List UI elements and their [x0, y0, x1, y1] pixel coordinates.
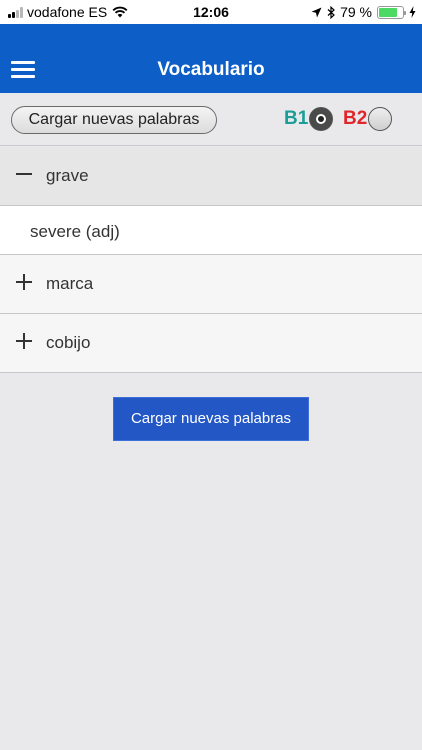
- page-title: Vocabulario: [157, 59, 265, 80]
- word-list: grave severe (adj) marca cobijo: [0, 147, 422, 373]
- plus-icon[interactable]: [16, 333, 32, 349]
- word-row-marca[interactable]: marca: [0, 255, 422, 314]
- location-arrow-icon: [311, 7, 322, 17]
- toolbar: Cargar nuevas palabras B1 B2: [0, 93, 422, 146]
- level-b2-radio[interactable]: [368, 107, 393, 131]
- battery-fill: [379, 7, 398, 17]
- translation-row-grave: severe (adj): [0, 206, 422, 255]
- charging-bolt-icon: [409, 6, 416, 18]
- word-label: grave: [46, 166, 89, 185]
- load-words-button-top[interactable]: Cargar nuevas palabras: [11, 106, 217, 134]
- app-header: Vocabulario: [0, 24, 422, 93]
- load-words-button[interactable]: Cargar nuevas palabras: [113, 397, 309, 441]
- minus-icon[interactable]: [16, 166, 32, 182]
- level-b1-label: B1: [284, 108, 309, 129]
- word-row-grave[interactable]: grave: [0, 147, 422, 206]
- status-right: 79 %: [311, 4, 416, 20]
- battery-icon: [377, 5, 406, 19]
- word-row-cobijo[interactable]: cobijo: [0, 314, 422, 373]
- word-label: cobijo: [46, 333, 91, 352]
- status-bar: vodafone ES 12:06 79 %: [0, 0, 422, 24]
- level-b1-radio[interactable]: [309, 107, 334, 131]
- translation-text: severe (adj): [30, 222, 120, 241]
- plus-icon[interactable]: [16, 274, 32, 290]
- level-b1-option[interactable]: B1: [284, 107, 334, 131]
- battery-percent: 79 %: [340, 4, 372, 20]
- bluetooth-icon: [327, 5, 335, 19]
- level-b2-label: B2: [343, 108, 368, 129]
- level-b2-option[interactable]: B2: [343, 107, 393, 131]
- word-label: marca: [46, 274, 94, 293]
